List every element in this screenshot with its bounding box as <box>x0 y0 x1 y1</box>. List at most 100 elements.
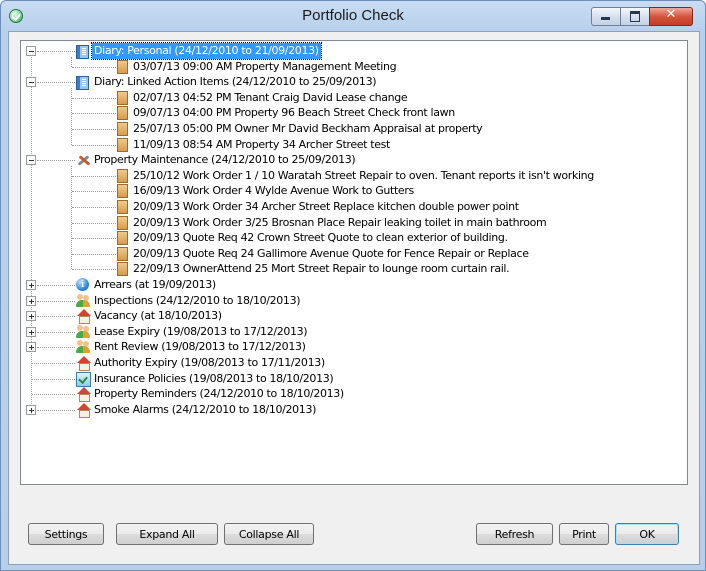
tree-connector-line <box>37 300 75 302</box>
tree-node-label: 20/09/13 Quote Req 24 Gallimore Avenue Q… <box>133 246 529 260</box>
tree-node[interactable]: Authority Expiry (19/08/2013 to 17/11/20… <box>21 355 681 371</box>
maximize-button[interactable] <box>620 7 649 26</box>
minimize-button[interactable] <box>591 7 620 26</box>
tree-node-label: 25/10/12 Work Order 1 / 10 Waratah Stree… <box>133 168 594 182</box>
tree-node-label: Property Reminders (24/12/2010 to 18/10/… <box>94 387 344 401</box>
tree-item[interactable]: 20/09/13 Quote Req 24 Gallimore Avenue Q… <box>21 246 681 262</box>
tree-item[interactable]: 03/07/13 09:00 AM Property Management Me… <box>21 59 681 75</box>
diary-icon <box>76 76 89 91</box>
tree-node-label: Rent Review (19/08/2013 to 17/12/2013) <box>94 340 306 354</box>
tree-item[interactable]: 16/09/13 Work Order 4 Wylde Avenue Work … <box>21 183 681 199</box>
tree-node-label: 20/09/13 Work Order 34 Archer Street Rep… <box>133 200 519 213</box>
note-icon <box>117 184 128 199</box>
tree-node[interactable]: Smoke Alarms (24/12/2010 to 18/10/2013) <box>21 402 681 418</box>
ok-button[interactable]: OK <box>615 523 679 545</box>
tree-connector-line <box>72 66 116 68</box>
insurance-icon <box>76 371 91 387</box>
info-icon: i <box>76 278 89 291</box>
tree-node[interactable]: Diary: Linked Action Items (24/12/2010 t… <box>21 74 681 91</box>
house-icon <box>76 402 91 418</box>
people-icon <box>76 324 91 339</box>
close-button[interactable]: ✕ <box>649 7 693 26</box>
note-icon <box>117 231 128 246</box>
refresh-button[interactable]: Refresh <box>476 523 553 545</box>
tree-item[interactable]: 11/09/13 08:54 AM Property 34 Archer Str… <box>21 137 681 153</box>
tree-node-label: 02/07/13 04:52 PM Tenant Craig David Lea… <box>133 90 408 104</box>
note-icon <box>117 106 128 121</box>
tree-node-label: 20/09/13 Quote Req 42 Crown Street Quote… <box>133 231 508 245</box>
tree-connector-line <box>37 51 75 52</box>
tree-node-label: Diary: Personal (24/12/2010 to 21/09/201… <box>91 42 322 60</box>
tree-item[interactable]: 20/09/13 Work Order 3/25 Brosnan Place R… <box>21 215 681 231</box>
tree-connector-line <box>72 144 116 146</box>
window-controls: ✕ <box>591 7 693 26</box>
note-icon <box>117 122 128 136</box>
tree-item[interactable]: 22/09/13 OwnerAttend 25 Mort Street Repa… <box>21 261 681 277</box>
collapse-all-button[interactable]: Collapse All <box>224 523 314 545</box>
tree-node-label: 22/09/13 OwnerAttend 25 Mort Street Repa… <box>133 262 510 276</box>
tree-node-label: Property Maintenance (24/12/2010 to 25/0… <box>94 153 356 167</box>
house-icon <box>76 309 91 325</box>
portfolio-tree[interactable]: Diary: Personal (24/12/2010 to 21/09/201… <box>20 40 688 485</box>
note-icon <box>117 262 128 277</box>
tree-item[interactable]: 25/10/12 Work Order 1 / 10 Waratah Stree… <box>21 168 681 184</box>
minimize-icon <box>601 17 610 20</box>
tree-node[interactable]: Diary: Personal (24/12/2010 to 21/09/201… <box>21 42 681 60</box>
note-icon <box>117 137 128 152</box>
tree-node-label: 09/07/13 04:00 PM Property 96 Beach Stre… <box>133 106 455 120</box>
tree-connector-line <box>32 378 75 380</box>
title-bar[interactable]: Portfolio Check ✕ <box>1 1 705 31</box>
tree-node[interactable]: Property Reminders (24/12/2010 to 18/10/… <box>21 386 681 403</box>
tree-item[interactable]: 25/07/13 05:00 PM Owner Mr David Beckham… <box>21 121 681 137</box>
tree-connector-line <box>72 129 116 130</box>
people-icon <box>76 293 91 308</box>
maximize-icon <box>630 11 640 22</box>
tree-node-label: Arrears (at 19/09/2013) <box>94 278 216 291</box>
tree-node[interactable]: i Arrears (at 19/09/2013) <box>21 277 681 293</box>
tree-connector-line <box>37 316 75 318</box>
tree-node[interactable]: Inspections (24/12/2010 to 18/10/2013) <box>21 293 681 309</box>
note-icon <box>117 246 128 261</box>
tree-connector-line <box>72 269 116 271</box>
tree-connector-line <box>37 82 75 84</box>
tree-node-label: 25/07/13 05:00 PM Owner Mr David Beckham… <box>133 122 483 135</box>
tree-node[interactable]: Property Maintenance (24/12/2010 to 25/0… <box>21 152 681 168</box>
tree-node-label: Diary: Linked Action Items (24/12/2010 t… <box>94 75 377 89</box>
tree-connector-line <box>37 160 75 162</box>
tree-connector-line <box>37 409 75 411</box>
tree-connector-line <box>72 113 116 115</box>
people-icon <box>76 340 91 354</box>
tools-icon <box>76 153 92 167</box>
tree-node[interactable]: Rent Review (19/08/2013 to 17/12/2013) <box>21 339 681 355</box>
tree-connector-line <box>32 363 75 364</box>
tree-node-label: Authority Expiry (19/08/2013 to 17/11/20… <box>94 356 325 369</box>
tree-connector-line <box>37 285 75 286</box>
note-icon <box>117 215 128 230</box>
tree-node[interactable]: Vacancy (at 18/10/2013) <box>21 308 681 325</box>
tree-node[interactable]: Insurance Policies (19/08/2013 to 18/10/… <box>21 371 681 387</box>
close-icon: ✕ <box>665 7 677 22</box>
tree-connector-line <box>32 394 75 396</box>
tree-connector-line <box>72 207 116 208</box>
tree-node[interactable]: Lease Expiry (19/08/2013 to 17/12/2013) <box>21 324 681 340</box>
tree-item[interactable]: 20/09/13 Work Order 34 Archer Street Rep… <box>21 199 681 215</box>
tree-node-label: 20/09/13 Work Order 3/25 Brosnan Place R… <box>133 215 547 229</box>
tree-node-label: 11/09/13 08:54 AM Property 34 Archer Str… <box>133 137 391 151</box>
tree-connector-line <box>72 191 116 193</box>
tree-connector-line <box>37 347 75 349</box>
tree-connector-line <box>72 253 116 255</box>
print-button[interactable]: Print <box>559 523 609 545</box>
tree-item[interactable]: 02/07/13 04:52 PM Tenant Craig David Lea… <box>21 90 681 106</box>
tree-connector-line <box>37 331 75 333</box>
note-icon <box>117 59 128 74</box>
note-icon <box>117 90 128 105</box>
expand-all-button[interactable]: Expand All <box>116 523 218 545</box>
settings-button[interactable]: Settings <box>28 523 104 545</box>
tree-item[interactable]: 09/07/13 04:00 PM Property 96 Beach Stre… <box>21 105 681 121</box>
tree-connector-line <box>72 97 116 99</box>
tree-node-label: Vacancy (at 18/10/2013) <box>94 309 222 323</box>
portfolio-check-window: Portfolio Check ✕ Diary: Personal (24/12… <box>0 0 706 571</box>
tree-node-label: 03/07/13 09:00 AM Property Management Me… <box>133 59 397 73</box>
tree-connector-line <box>72 222 116 224</box>
tree-item[interactable]: 20/09/13 Quote Req 42 Crown Street Quote… <box>21 230 681 246</box>
